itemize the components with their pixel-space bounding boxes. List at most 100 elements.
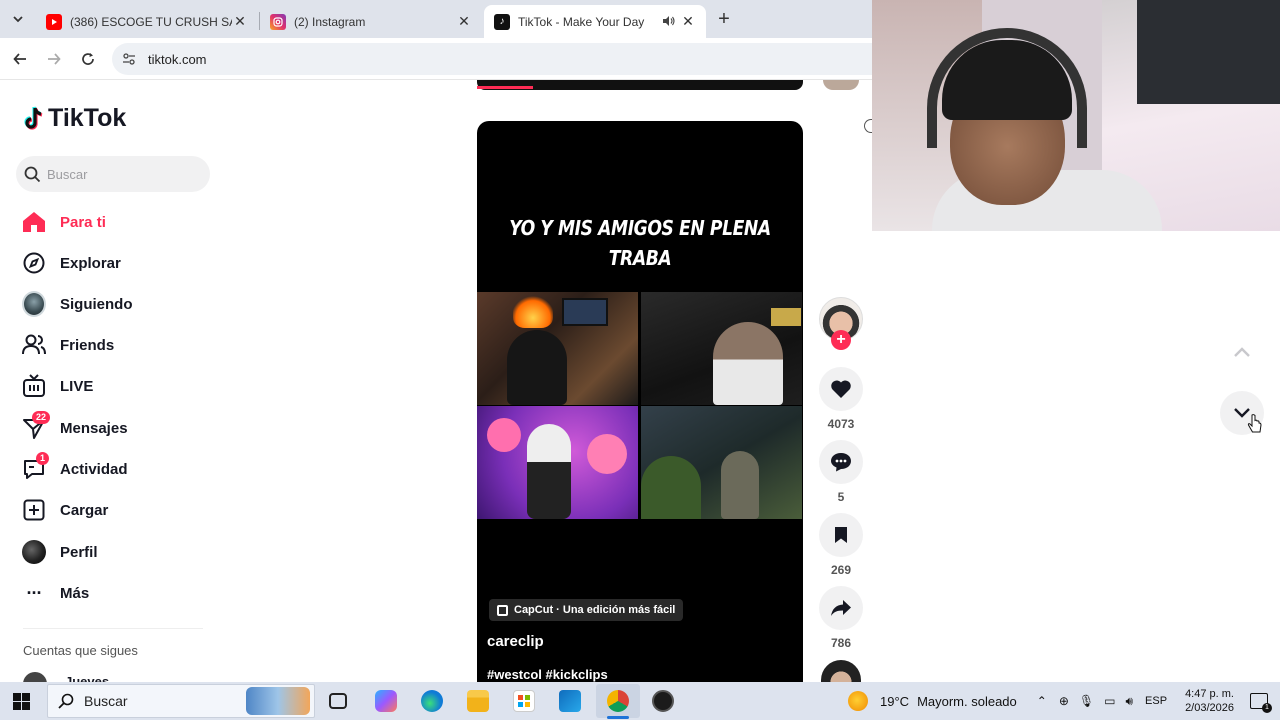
sidebar-item-activity[interactable]: 1 Actividad	[22, 452, 128, 483]
sidebar-item-more[interactable]: ··· Más	[22, 579, 90, 607]
sidebar-item-label: Más	[60, 584, 90, 602]
copilot-icon[interactable]	[375, 690, 397, 712]
capcut-tag[interactable]: CapCut · Una edición más fácil	[489, 599, 684, 621]
messages-badge: 22	[32, 411, 51, 424]
sidebar-item-label: Cargar	[60, 501, 109, 519]
capcut-label: CapCut · Una edición más fácil	[514, 604, 676, 616]
previous-avatar[interactable]	[823, 80, 859, 90]
outlook-icon[interactable]	[559, 690, 581, 712]
language-indicator[interactable]: ESP	[1145, 695, 1167, 707]
following-accounts-heading: Cuentas que sigues	[23, 643, 138, 658]
bookmark-icon	[833, 526, 849, 544]
share-count: 786	[830, 636, 852, 650]
like-count: 4073	[827, 417, 855, 431]
sidebar-item-label: Explorar	[60, 254, 121, 272]
sidebar-item-live[interactable]: LIVE	[22, 372, 93, 400]
messages-icon: 22	[22, 411, 51, 440]
tray-app-icon[interactable]: ⊕	[1059, 694, 1069, 708]
tab-title: (386) ESCOGE TU CRUSH SAN VALENTÍN	[70, 14, 232, 29]
next-creator-avatar[interactable]	[821, 660, 861, 682]
video-player[interactable]: YO Y MIS AMIGOS EN PLENA TRABA CapCut · …	[477, 121, 803, 682]
tab-search-menu-icon[interactable]	[9, 10, 27, 28]
address-bar[interactable]: tiktok.com	[112, 43, 872, 75]
scroll-up-button[interactable]	[1220, 330, 1264, 374]
sidebar-item-following[interactable]: Siguiendo	[22, 290, 133, 318]
forward-arrow-icon[interactable]	[42, 47, 66, 71]
sidebar-item-explore[interactable]: Explorar	[22, 249, 121, 277]
search-icon	[24, 166, 41, 183]
close-icon[interactable]: ✕	[680, 13, 696, 30]
taskbar-search[interactable]: Buscar	[47, 684, 315, 718]
sidebar-item-label: Mensajes	[60, 419, 128, 437]
back-arrow-icon[interactable]	[8, 47, 32, 71]
comment-icon	[830, 452, 852, 472]
video-overlay-title: YO Y MIS AMIGOS EN PLENA TRABA	[509, 216, 771, 270]
home-icon	[22, 210, 46, 234]
compass-icon	[22, 251, 46, 275]
video-frame-bottomright	[641, 406, 802, 519]
partial-edge-icon	[864, 119, 872, 133]
tab-youtube[interactable]: (386) ESCOGE TU CRUSH SAN VALENTÍN ✕	[36, 5, 258, 38]
following-avatar-icon	[22, 291, 46, 317]
close-icon[interactable]: ✕	[456, 13, 472, 30]
follow-plus-button[interactable]: +	[831, 330, 851, 350]
chevron-up-icon[interactable]: ⌃	[1037, 694, 1047, 708]
previous-video-progress	[477, 86, 533, 89]
new-tab-plus-icon[interactable]: +	[714, 9, 734, 29]
clock[interactable]: 4:47 p. m. 2/03/2026	[1185, 687, 1234, 715]
weather-temp[interactable]: 19°C	[880, 694, 909, 709]
sidebar-item-label: Perfil	[60, 543, 98, 561]
reload-icon[interactable]	[76, 47, 100, 71]
sidebar-item-label: Actividad	[60, 460, 128, 478]
chrome-icon[interactable]	[607, 690, 629, 712]
video-author[interactable]: careclip	[487, 633, 544, 650]
obs-icon[interactable]	[652, 690, 674, 712]
character-figure	[721, 451, 759, 519]
fire-graphic	[513, 294, 553, 328]
tab-instagram[interactable]: (2) Instagram ✕	[260, 5, 482, 38]
instagram-icon	[270, 13, 286, 30]
like-button[interactable]	[819, 367, 863, 411]
windows-taskbar: Buscar 19°C Mayorm. soleado ⌃ ⊕ 🎙︎ ▭ 🔊︎ …	[0, 682, 1280, 720]
url-text: tiktok.com	[148, 51, 207, 67]
speaker-icon[interactable]	[660, 14, 676, 30]
video-frame-topleft	[477, 292, 638, 405]
search-placeholder: Buscar	[47, 166, 88, 182]
sidebar-item-label: Friends	[60, 336, 115, 354]
weather-icon[interactable]	[848, 691, 869, 711]
sidebar-item-friends[interactable]: Friends	[22, 331, 114, 359]
notifications-icon[interactable]: 1	[1250, 693, 1272, 713]
tiktok-logo[interactable]: TikTok	[22, 104, 126, 133]
volume-icon[interactable]: 🔊︎	[1125, 694, 1133, 709]
sidebar-item-upload[interactable]: Cargar	[22, 496, 108, 524]
sidebar-item-for-you[interactable]: Para ti	[22, 208, 106, 236]
sidebar-item-messages[interactable]: 22 Mensajes	[22, 411, 128, 442]
plants-shape	[641, 456, 701, 519]
task-view-icon[interactable]	[329, 693, 347, 709]
weather-description[interactable]: Mayorm. soleado	[917, 694, 1017, 709]
save-button[interactable]	[819, 513, 863, 557]
clock-date: 2/03/2026	[1185, 702, 1234, 714]
mouse-cursor-icon	[1247, 414, 1263, 441]
tab-tiktok[interactable]: ♪ TikTok - Make Your Day ✕	[484, 5, 706, 38]
comment-button[interactable]	[819, 440, 863, 484]
search-input[interactable]: Buscar	[16, 156, 210, 192]
video-frame-topright	[641, 292, 802, 405]
tab-title: (2) Instagram	[294, 14, 366, 29]
windows-start-icon[interactable]	[13, 693, 30, 710]
microphone-icon[interactable]: 🎙︎	[1079, 694, 1094, 708]
video-hashtags[interactable]: #westcol #kickclips	[487, 667, 608, 682]
sidebar-item-profile[interactable]: Perfil	[22, 538, 98, 566]
browser-toolbar: tiktok.com	[0, 38, 872, 80]
webcam-tv-shape	[1137, 0, 1280, 104]
microsoft-store-icon[interactable]	[513, 690, 535, 712]
file-explorer-icon[interactable]	[467, 690, 489, 712]
close-icon[interactable]: ✕	[232, 13, 248, 30]
network-icon[interactable]: ▭	[1104, 694, 1115, 708]
sign-shape	[771, 308, 801, 326]
share-button[interactable]	[819, 586, 863, 630]
youtube-icon	[46, 13, 62, 30]
share-arrow-icon	[830, 599, 852, 617]
site-settings-icon[interactable]	[122, 52, 138, 66]
edge-icon[interactable]	[421, 690, 443, 712]
